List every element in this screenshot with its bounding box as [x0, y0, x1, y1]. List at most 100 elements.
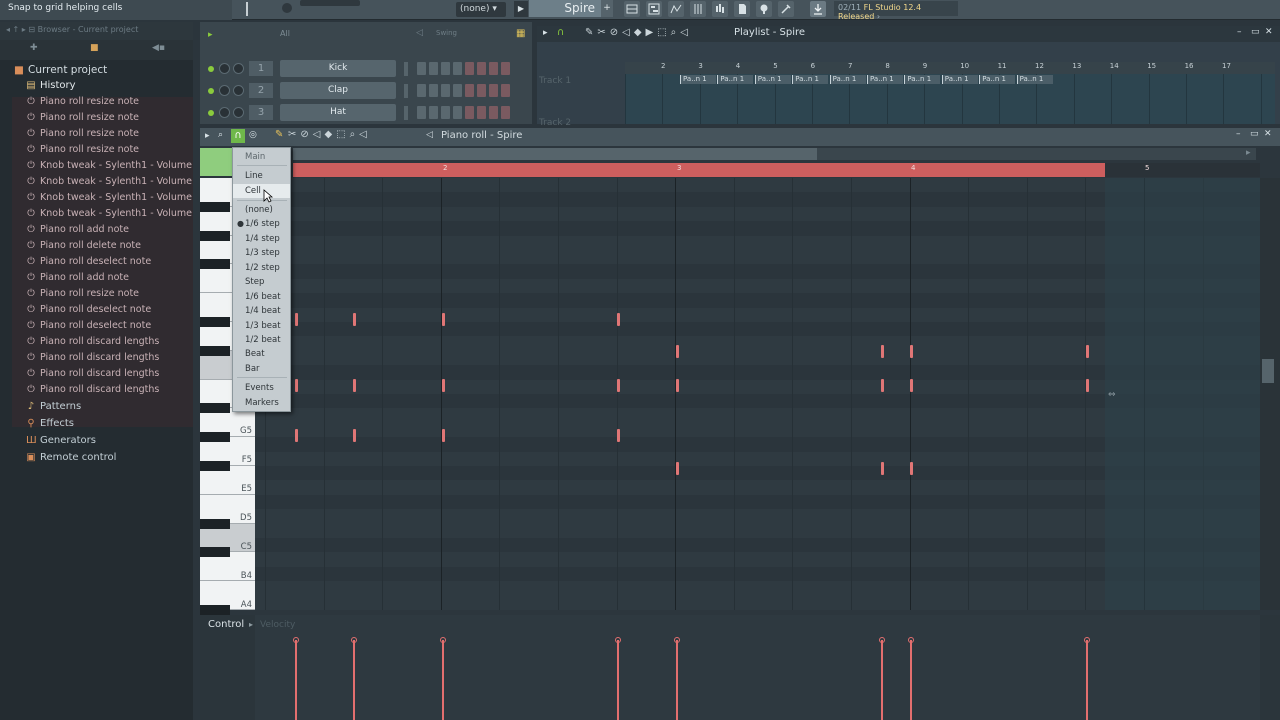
velocity-bar[interactable]: [1086, 640, 1088, 720]
tree-folder[interactable]: Ш Generators: [0, 432, 193, 449]
rack-filter[interactable]: All: [280, 29, 396, 42]
history-item[interactable]: ⏻ Piano roll deselect note: [0, 254, 193, 270]
vertical-scroll-thumb[interactable]: [1262, 359, 1274, 383]
magnet-snap-icon[interactable]: ∩: [231, 129, 245, 143]
step-button[interactable]: [453, 106, 462, 119]
piano-black-key[interactable]: [200, 547, 230, 558]
speaker-icon[interactable]: ◁: [426, 130, 433, 140]
playlist-ruler[interactable]: 2 3 4 5 6 7 8 9 10 11 12 13 14 15 16 17: [625, 62, 1275, 74]
channel-led[interactable]: [208, 110, 214, 116]
pattern-clip[interactable]: Pa..n 1: [867, 75, 903, 84]
volume-knob[interactable]: [233, 63, 244, 74]
history-item[interactable]: ⏻ Piano roll add note: [0, 270, 193, 286]
step-button[interactable]: [453, 84, 462, 97]
close-icon[interactable]: ✕: [1265, 27, 1273, 37]
file-icon[interactable]: [734, 1, 750, 17]
velocity-bar[interactable]: [442, 640, 444, 720]
channel-row[interactable]: 2 Clap: [200, 82, 532, 102]
menu-arrow-icon[interactable]: ▸: [543, 28, 548, 38]
snap-option[interactable]: ● 1/6 step: [233, 217, 290, 231]
velocity-bar[interactable]: [353, 640, 355, 720]
history-item[interactable]: ⏻ Piano roll resize note: [0, 110, 193, 126]
piano-black-key[interactable]: [200, 461, 230, 471]
folder-icon[interactable]: ■: [90, 43, 99, 53]
step-button[interactable]: [417, 62, 426, 75]
step-button[interactable]: [489, 62, 498, 75]
faders-icon[interactable]: [712, 1, 728, 17]
history-item[interactable]: ⏻ Piano roll resize note: [0, 94, 193, 110]
note[interactable]: [442, 379, 445, 392]
tree-folder[interactable]: ♪ Patterns: [0, 398, 193, 415]
channel-name-button[interactable]: Hat: [280, 104, 396, 121]
note[interactable]: [617, 313, 620, 326]
tree-current-project[interactable]: ■ Current project: [0, 62, 193, 78]
note[interactable]: [353, 379, 356, 392]
snap-option[interactable]: 1/2 beat: [233, 333, 290, 347]
pattern-clip[interactable]: Pa..n 1: [829, 75, 866, 84]
history-item[interactable]: ⏻ Piano roll discard lengths: [0, 382, 193, 398]
channel-number[interactable]: 3: [249, 105, 273, 120]
snap-option[interactable]: 1/4 beat: [233, 304, 290, 318]
pattern-clip[interactable]: Pa..n 1: [941, 75, 978, 84]
velocity-handle[interactable]: [293, 637, 299, 643]
snap-option[interactable]: 1/3 step: [233, 246, 290, 260]
channel-number[interactable]: 2: [249, 83, 273, 98]
tree-folder[interactable]: ▣ Remote control: [0, 449, 193, 466]
piano-black-key[interactable]: [200, 403, 230, 414]
note[interactable]: [295, 379, 298, 392]
step-button[interactable]: [489, 84, 498, 97]
collapse-icon[interactable]: ◀▪: [152, 43, 165, 53]
tempo-knob[interactable]: [282, 3, 292, 13]
velocity-bar[interactable]: [676, 640, 678, 720]
channel-number[interactable]: 1: [249, 61, 273, 76]
piano-black-key[interactable]: [200, 605, 230, 615]
velocity-handle[interactable]: [440, 637, 446, 643]
vertical-scrollbar[interactable]: [1260, 178, 1280, 610]
track-label[interactable]: Track 2: [539, 118, 571, 128]
snap-option[interactable]: Bar: [233, 362, 290, 376]
rack-speaker-icon[interactable]: ◁: [416, 28, 423, 38]
channel-name-button[interactable]: Clap: [280, 82, 396, 99]
menu-arrow-icon[interactable]: ▸: [205, 131, 210, 141]
track-label[interactable]: Track 1: [539, 76, 571, 86]
add-icon[interactable]: ✚: [30, 43, 38, 53]
snap-option[interactable]: Events: [233, 381, 290, 395]
history-item[interactable]: ⏻ Knob tweak - Sylenth1 - Volume: [0, 206, 193, 222]
channel-row[interactable]: 3 Hat: [200, 104, 532, 124]
snap-option[interactable]: 1/2 step: [233, 261, 290, 275]
minimize-icon[interactable]: –: [1236, 129, 1241, 139]
velocity-bar[interactable]: [910, 640, 912, 720]
pattern-clip[interactable]: Pa..n 1: [904, 75, 941, 84]
step-button[interactable]: [501, 84, 510, 97]
pattern-clip[interactable]: Pa..n 1: [754, 75, 791, 84]
step-button[interactable]: [477, 106, 486, 119]
step-button[interactable]: [501, 106, 510, 119]
history-item[interactable]: ⏻ Piano roll deselect note: [0, 302, 193, 318]
piano-black-key[interactable]: [200, 432, 230, 443]
history-item[interactable]: ⏻ Piano roll deselect note: [0, 318, 193, 334]
snap-option[interactable]: 1/6 beat: [233, 290, 290, 304]
velocity-handle[interactable]: [615, 637, 621, 643]
channel-led[interactable]: [208, 66, 214, 72]
step-button[interactable]: [417, 106, 426, 119]
history-item[interactable]: ⏻ Piano roll resize note: [0, 126, 193, 142]
pencil-icon[interactable]: ✎: [275, 129, 283, 140]
note[interactable]: [881, 379, 884, 392]
note[interactable]: [910, 345, 913, 358]
step-button[interactable]: [441, 62, 450, 75]
snap-option[interactable]: (none): [233, 203, 290, 217]
step-button[interactable]: [489, 106, 498, 119]
pattern-clip[interactable]: Pa..n 1: [792, 75, 829, 84]
channel-rack-icon[interactable]: [668, 1, 684, 17]
snap-option[interactable]: 1/4 step: [233, 232, 290, 246]
history-item[interactable]: ⏻ Piano roll resize note: [0, 286, 193, 302]
control-label[interactable]: Control: [208, 619, 244, 630]
piano-roll-tools[interactable]: ✂⊘◁◆⬚⌕◁: [288, 129, 371, 140]
history-item[interactable]: ⏻ Knob tweak - Sylenth1 - Volume: [0, 158, 193, 174]
pattern-name[interactable]: Spire: [529, 0, 601, 17]
scroll-thumb[interactable]: [293, 148, 817, 160]
velocity-handle[interactable]: [879, 637, 885, 643]
step-button[interactable]: [501, 62, 510, 75]
note[interactable]: [442, 429, 445, 442]
snap-option[interactable]: Line: [233, 169, 290, 183]
